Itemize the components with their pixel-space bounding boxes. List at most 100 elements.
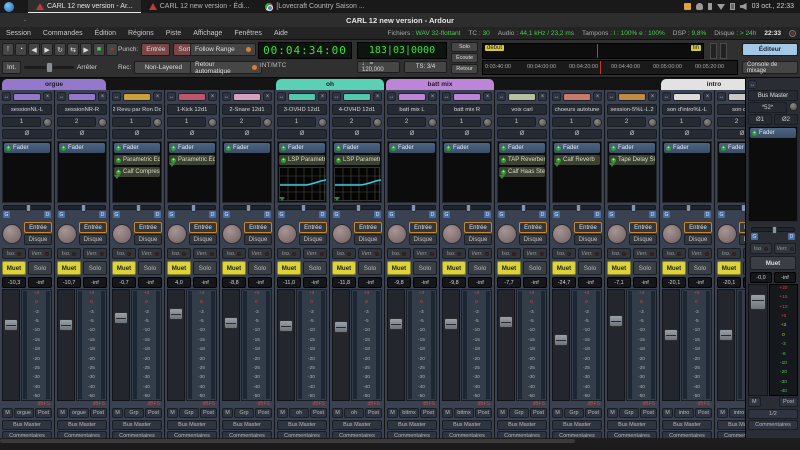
auto-input-button[interactable]: ◔ (15, 43, 27, 56)
group-button[interactable]: Grp (619, 408, 639, 418)
tempo-button[interactable]: ♩ = 120,000 (357, 61, 400, 73)
strip-name-button[interactable]: session-5%L-L.2 (607, 104, 657, 115)
strip-name-button[interactable]: 1-Kick 12d1 (167, 104, 217, 115)
strip-close-button[interactable]: × (703, 92, 712, 101)
comments-button[interactable]: Commentaires (112, 431, 162, 438)
input-monitor-button[interactable]: Entrée (134, 222, 162, 233)
meter-point-button[interactable]: M (222, 408, 233, 418)
audition-indicator-button[interactable]: Écoute (451, 53, 478, 63)
mini-timeline[interactable]: début fin (482, 43, 704, 59)
solo-iso-button[interactable]: Iso. (2, 248, 26, 259)
disk-monitor-button[interactable]: Disque (519, 234, 547, 245)
secondary-clock[interactable]: 183|03|0000 (357, 42, 447, 59)
solo-iso-button[interactable]: Iso. (552, 248, 576, 259)
strip-name-button[interactable]: 4-OVHD 12d1 (332, 104, 382, 115)
group-button[interactable]: orgue (14, 408, 34, 418)
master-fader[interactable] (748, 284, 768, 396)
strip-close-button[interactable]: × (43, 92, 52, 101)
fader-mode-button[interactable]: Post (420, 408, 437, 418)
sync-source-display[interactable]: INT/MTC (260, 62, 286, 69)
solo-button[interactable]: Solo (303, 261, 327, 275)
system-clock[interactable]: 03 oct., 22:33 (752, 3, 794, 10)
taskbar-window-tab[interactable]: CARL 12 new version - Ar... (28, 0, 141, 13)
menu-fenêtres[interactable]: Fenêtres (228, 30, 268, 37)
phase-button[interactable]: Ø (222, 129, 272, 139)
strip-color-bar[interactable] (123, 93, 151, 101)
disk-monitor-button[interactable]: Disque (354, 234, 382, 245)
browser-launcher-icon[interactable] (4, 2, 14, 12)
fader[interactable] (112, 289, 130, 401)
processor-fader[interactable]: +Fader (609, 143, 655, 153)
solo-button[interactable]: Solo (413, 261, 437, 275)
record-button[interactable]: ● (106, 43, 118, 56)
peak-readout[interactable]: dBFS (275, 401, 329, 408)
strip-input-button[interactable]: 2 (332, 117, 371, 127)
solo-iso-button[interactable]: Iso. (387, 248, 411, 259)
phase-button[interactable]: Ø (717, 129, 745, 139)
strip-name-button[interactable]: choeurs autotune (552, 104, 602, 115)
gain-display[interactable]: -9,8 (387, 277, 411, 288)
scrollbar-handle[interactable] (0, 439, 575, 443)
output-button[interactable]: Bus Master (717, 420, 745, 430)
fader-lock-button[interactable]: Verr. (688, 248, 712, 259)
strip-color-bar[interactable] (618, 93, 646, 101)
phase-button[interactable]: Ø (57, 129, 107, 139)
feedback-indicator-button[interactable]: Retour (451, 64, 478, 74)
fader-lock-button[interactable]: Verr. (248, 248, 272, 259)
comments-button[interactable]: Commentaires (277, 431, 327, 438)
monitor-knob[interactable] (717, 224, 737, 244)
processor-plugin[interactable]: +LSP Parametric E (279, 155, 325, 165)
disk-monitor-button[interactable]: Disque (189, 234, 217, 245)
gain-display[interactable]: -7,7 (497, 277, 521, 288)
fader-lock-button[interactable]: Verr. (468, 248, 492, 259)
group-button[interactable]: Grp (564, 408, 584, 418)
input-monitor-button[interactable]: Entrée (739, 222, 745, 233)
meter-point-button[interactable]: M (442, 408, 453, 418)
strip-hold-button[interactable]: ↔ (167, 92, 176, 101)
mute-button[interactable]: Muet (222, 261, 246, 275)
mute-button[interactable]: Muet (2, 261, 26, 275)
fader-mode-button[interactable]: Post (310, 408, 327, 418)
output-button[interactable]: Bus Master (277, 420, 327, 430)
pan-slider[interactable] (333, 205, 381, 210)
solo-indicator-button[interactable]: Solo (451, 42, 478, 52)
strip-input-button[interactable]: 2 (57, 117, 96, 127)
solo-iso-button[interactable]: Iso. (607, 248, 631, 259)
group-button[interactable]: oh (289, 408, 309, 418)
master-input-button[interactable]: *52* (748, 102, 787, 113)
strip-close-button[interactable]: × (428, 92, 437, 101)
mute-button[interactable]: Muet (277, 261, 301, 275)
output-button[interactable]: Bus Master (167, 420, 217, 430)
solo-button[interactable]: Solo (28, 261, 52, 275)
trim-knob[interactable] (263, 118, 272, 127)
peak-display[interactable]: -inf (468, 277, 492, 288)
fader-lock-button[interactable]: Verr. (138, 248, 162, 259)
strip-hold-button[interactable]: ↔ (222, 92, 231, 101)
processor-plugin[interactable]: +LSP Parametric E (334, 155, 380, 165)
trim-knob[interactable] (648, 118, 657, 127)
mute-button[interactable]: Muet (57, 261, 81, 275)
range-play-button[interactable]: ⇆ (67, 43, 79, 56)
disk-monitor-button[interactable]: Disque (244, 234, 272, 245)
fader[interactable] (277, 289, 295, 401)
processor-fader[interactable]: +Fader (719, 143, 745, 153)
peak-readout[interactable]: dBFS (385, 401, 439, 408)
disk-monitor-button[interactable]: Disque (409, 234, 437, 245)
comments-button[interactable]: Commentaires (442, 431, 492, 438)
monitor-knob[interactable] (332, 224, 352, 244)
processor-box[interactable]: +Fader (387, 141, 437, 203)
strip-input-button[interactable]: 1 (662, 117, 701, 127)
meter-point-button[interactable]: M (662, 408, 673, 418)
tray-app-icon[interactable] (684, 3, 691, 10)
pan-slider[interactable] (168, 205, 216, 210)
strip-color-bar[interactable] (68, 93, 96, 101)
comments-button[interactable]: Commentaires (167, 431, 217, 438)
pan-slider[interactable] (443, 205, 491, 210)
disk-monitor-button[interactable]: Disque (684, 234, 712, 245)
meter-point-button[interactable]: M (112, 408, 123, 418)
processor-box[interactable]: +Fader+Calf Reverb (552, 141, 602, 203)
peak-display[interactable]: -inf (523, 277, 547, 288)
disk-monitor-button[interactable]: Disque (134, 234, 162, 245)
phase-button[interactable]: Ø (332, 129, 382, 139)
output-button[interactable]: Bus Master (442, 420, 492, 430)
